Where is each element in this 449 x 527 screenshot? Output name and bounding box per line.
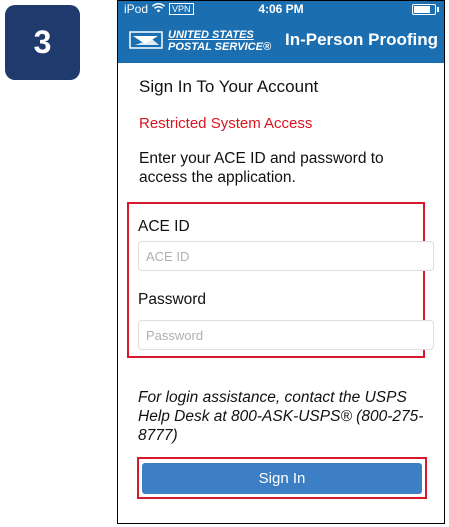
page-title: Sign In To Your Account <box>139 77 319 96</box>
app-bar: iPod VPN 4:06 PM UNITED STATES POSTAL SE… <box>118 1 444 63</box>
app-title: In-Person Proofing <box>285 30 438 49</box>
logo-registered-mark: ® <box>262 41 272 53</box>
step-number: 3 <box>33 24 52 60</box>
password-input[interactable] <box>138 320 434 350</box>
ace-id-input[interactable] <box>138 241 434 271</box>
header: UNITED STATES POSTAL SERVICE® In-Person … <box>118 19 444 63</box>
eagle-icon <box>128 28 164 57</box>
status-time: 4:06 PM <box>258 2 304 16</box>
sign-in-button[interactable]: Sign In <box>142 463 422 494</box>
logo-line-1: UNITED STATES <box>168 29 254 41</box>
logo-line-2-text: POSTAL SERVICE <box>168 41 263 53</box>
logo-line-2: POSTAL SERVICE® <box>168 41 271 53</box>
battery-icon <box>412 4 439 15</box>
status-bar: iPod VPN 4:06 PM <box>118 1 444 18</box>
help-text: For login assistance, contact the USPS H… <box>138 389 424 444</box>
instructions: Enter your ACE ID and password to access… <box>139 150 384 186</box>
battery-fill <box>414 6 431 13</box>
restricted-notice: Restricted System Access <box>139 115 313 132</box>
step-badge: 3 <box>5 5 80 80</box>
battery-tip <box>437 7 439 12</box>
password-label: Password <box>138 291 207 308</box>
usps-logo: UNITED STATES POSTAL SERVICE® <box>128 27 276 55</box>
ace-id-label: ACE ID <box>138 218 190 235</box>
